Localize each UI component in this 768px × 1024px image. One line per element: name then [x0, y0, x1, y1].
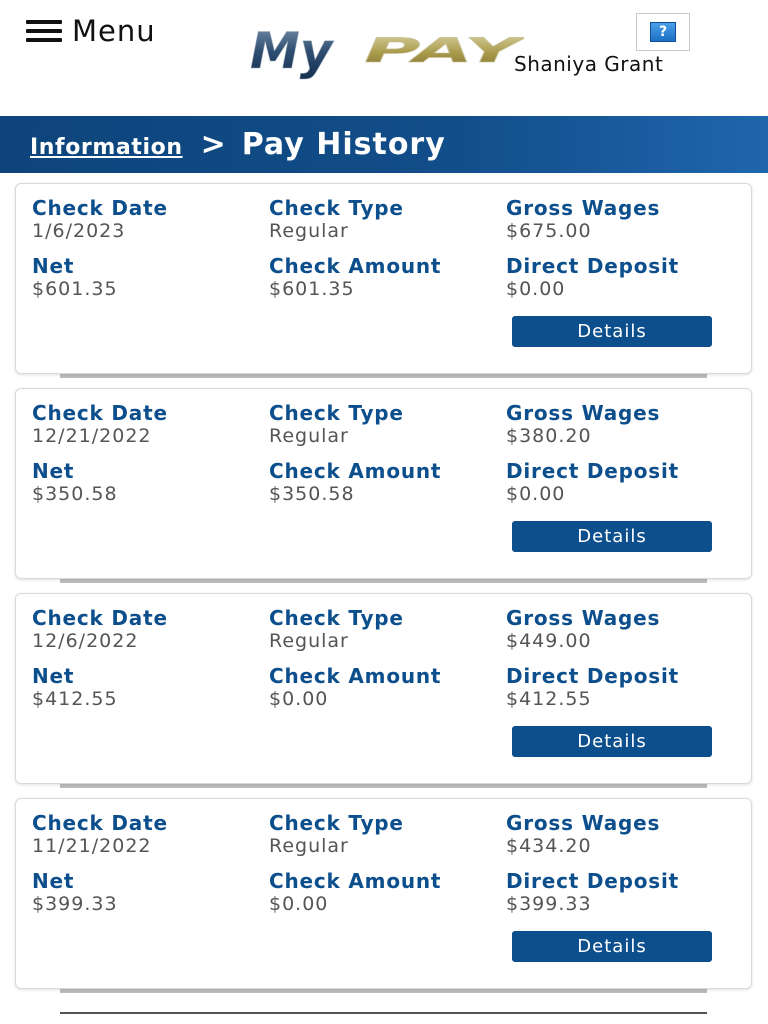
check-type-label: Check Type	[269, 811, 404, 835]
direct-deposit-field: Direct Deposit $0.00	[506, 254, 679, 300]
breadcrumb-information-link[interactable]: Information	[30, 135, 183, 160]
details-button[interactable]: Details	[512, 726, 712, 757]
check-amount-field: Check Amount $601.35	[269, 254, 441, 300]
net-value: $399.33	[32, 893, 118, 915]
direct-deposit-label: Direct Deposit	[506, 869, 680, 893]
check-amount-value: $601.35	[269, 278, 355, 300]
check-amount-value: $0.00	[269, 893, 329, 915]
breadcrumb-separator: >	[200, 127, 226, 162]
net-field: Net $399.33	[32, 869, 118, 915]
details-button[interactable]: Details	[512, 931, 712, 962]
help-icon: ?	[650, 22, 676, 42]
check-type-field: Check Type Regular	[269, 196, 404, 242]
bottom-divider	[60, 1012, 707, 1014]
check-amount-field: Check Amount $350.58	[269, 459, 441, 505]
direct-deposit-field: Direct Deposit $412.55	[506, 664, 679, 710]
net-field: Net $350.58	[32, 459, 118, 505]
check-amount-field: Check Amount $0.00	[269, 664, 441, 710]
direct-deposit-value: $0.00	[506, 483, 566, 505]
check-amount-label: Check Amount	[269, 254, 442, 278]
check-type-field: Check Type Regular	[269, 811, 404, 857]
gross-wages-field: Gross Wages $675.00	[506, 196, 660, 242]
direct-deposit-label: Direct Deposit	[506, 664, 680, 688]
gross-wages-label: Gross Wages	[506, 196, 661, 220]
direct-deposit-label: Direct Deposit	[506, 254, 680, 278]
details-button[interactable]: Details	[512, 521, 712, 552]
gross-wages-field: Gross Wages $449.00	[506, 606, 660, 652]
check-date-label: Check Date	[32, 811, 168, 835]
check-amount-label: Check Amount	[269, 459, 442, 483]
direct-deposit-value: $399.33	[506, 893, 592, 915]
check-date-label: Check Date	[32, 196, 168, 220]
net-value: $350.58	[32, 483, 118, 505]
direct-deposit-value: $412.55	[506, 688, 592, 710]
net-label: Net	[32, 254, 75, 278]
check-amount-label: Check Amount	[269, 664, 442, 688]
check-type-label: Check Type	[269, 401, 404, 425]
check-date-label: Check Date	[32, 401, 168, 425]
gross-wages-field: Gross Wages $380.20	[506, 401, 660, 447]
check-amount-value: $0.00	[269, 688, 329, 710]
check-date-field: Check Date 12/6/2022	[32, 606, 168, 652]
net-field: Net $412.55	[32, 664, 118, 710]
pay-check-card: Check Date 11/21/2022 Check Type Regular…	[15, 798, 752, 989]
user-name: Shaniya Grant	[514, 52, 664, 76]
check-type-value: Regular	[269, 220, 349, 242]
check-type-field: Check Type Regular	[269, 606, 404, 652]
check-date-value: 12/21/2022	[32, 425, 152, 447]
pay-check-item: Check Date 1/6/2023 Check Type Regular G…	[0, 173, 768, 378]
gross-wages-value: $380.20	[506, 425, 592, 447]
help-button[interactable]: ?	[636, 13, 690, 51]
title-bar: Information > Pay History	[0, 116, 768, 173]
mypay-logo: My PAY	[250, 22, 524, 80]
gross-wages-field: Gross Wages $434.20	[506, 811, 660, 857]
direct-deposit-field: Direct Deposit $0.00	[506, 459, 679, 505]
check-type-field: Check Type Regular	[269, 401, 404, 447]
check-amount-label: Check Amount	[269, 869, 442, 893]
check-type-value: Regular	[269, 630, 349, 652]
direct-deposit-field: Direct Deposit $399.33	[506, 869, 679, 915]
net-label: Net	[32, 869, 75, 893]
page-title: Pay History	[241, 127, 446, 162]
net-value: $412.55	[32, 688, 118, 710]
net-label: Net	[32, 459, 75, 483]
logo-pay-text: PAY	[364, 31, 524, 71]
pay-check-card: Check Date 12/6/2022 Check Type Regular …	[15, 593, 752, 784]
net-value: $601.35	[32, 278, 118, 300]
pay-check-card: Check Date 1/6/2023 Check Type Regular G…	[15, 183, 752, 374]
check-amount-value: $350.58	[269, 483, 355, 505]
menu-label: Menu	[72, 14, 156, 48]
pay-check-item: Check Date 12/21/2022 Check Type Regular…	[0, 378, 768, 583]
check-date-label: Check Date	[32, 606, 168, 630]
direct-deposit-label: Direct Deposit	[506, 459, 680, 483]
hamburger-icon	[26, 20, 62, 42]
pay-check-item: Check Date 12/6/2022 Check Type Regular …	[0, 583, 768, 788]
check-amount-field: Check Amount $0.00	[269, 869, 441, 915]
direct-deposit-value: $0.00	[506, 278, 566, 300]
check-date-field: Check Date 11/21/2022	[32, 811, 168, 857]
check-date-value: 1/6/2023	[32, 220, 126, 242]
gross-wages-label: Gross Wages	[506, 401, 661, 425]
check-date-value: 11/21/2022	[32, 835, 152, 857]
app-header: Menu My PAY ? Shaniya Grant	[0, 0, 768, 116]
net-label: Net	[32, 664, 75, 688]
menu-button[interactable]: Menu	[26, 14, 156, 48]
check-type-value: Regular	[269, 835, 349, 857]
check-date-value: 12/6/2022	[32, 630, 139, 652]
gross-wages-label: Gross Wages	[506, 811, 661, 835]
gross-wages-label: Gross Wages	[506, 606, 661, 630]
pay-check-item: Check Date 11/21/2022 Check Type Regular…	[0, 788, 768, 993]
pay-check-card: Check Date 12/21/2022 Check Type Regular…	[15, 388, 752, 579]
check-type-label: Check Type	[269, 606, 404, 630]
gross-wages-value: $434.20	[506, 835, 592, 857]
check-type-value: Regular	[269, 425, 349, 447]
net-field: Net $601.35	[32, 254, 118, 300]
gross-wages-value: $675.00	[506, 220, 592, 242]
check-date-field: Check Date 1/6/2023	[32, 196, 168, 242]
details-button[interactable]: Details	[512, 316, 712, 347]
gross-wages-value: $449.00	[506, 630, 592, 652]
check-date-field: Check Date 12/21/2022	[32, 401, 168, 447]
logo-my-text: My	[250, 22, 335, 80]
check-type-label: Check Type	[269, 196, 404, 220]
